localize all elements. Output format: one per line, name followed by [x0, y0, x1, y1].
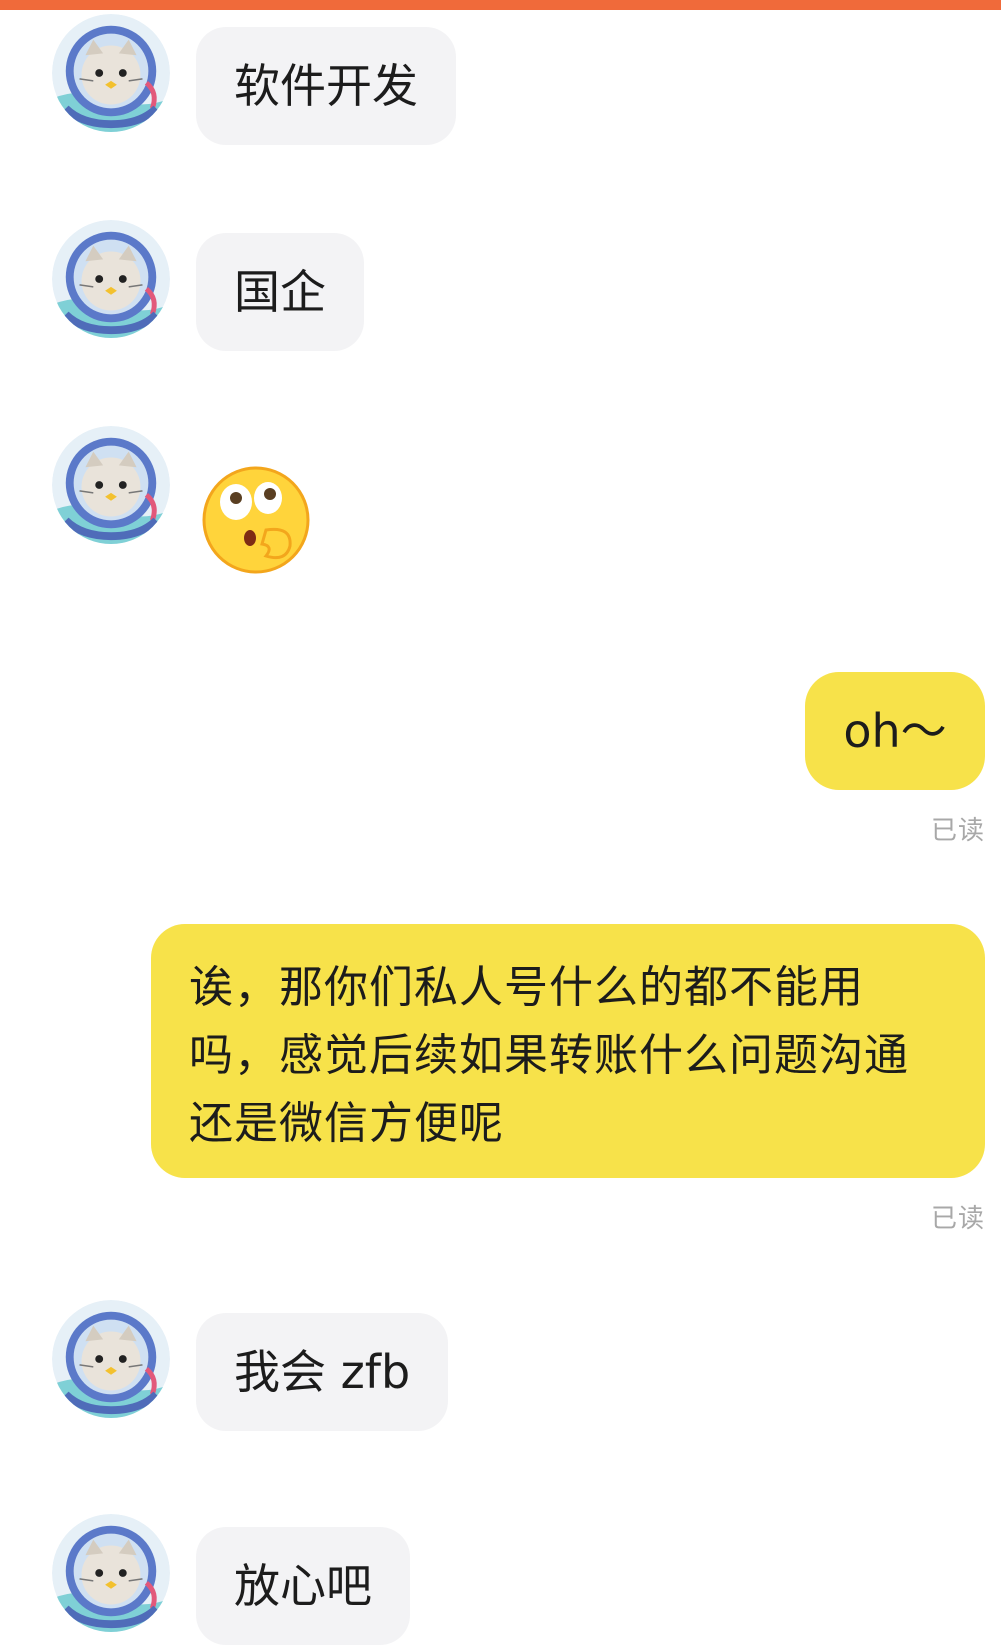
read-status: 已读	[930, 1204, 985, 1234]
message-text: oh～	[843, 704, 947, 758]
message-text: 诶，那你们私人号什么的都不能用吗，感觉后续如果转账什么问题沟通还是微信方便呢	[189, 962, 909, 1149]
surprised-thinking-emoji-icon[interactable]	[200, 464, 312, 576]
cat-astronaut-avatar-icon[interactable]	[52, 220, 170, 338]
incoming-message-bubble[interactable]: 放心吧	[196, 1527, 410, 1645]
message-text: 软件开发	[234, 59, 418, 113]
message-text: 我会 zfb	[234, 1345, 411, 1399]
outgoing-message-bubble[interactable]: 诶，那你们私人号什么的都不能用吗，感觉后续如果转账什么问题沟通还是微信方便呢	[151, 924, 985, 1178]
cat-astronaut-avatar-icon[interactable]	[52, 1514, 170, 1632]
cat-astronaut-avatar-icon[interactable]	[52, 14, 170, 132]
incoming-message-bubble[interactable]: 软件开发	[196, 27, 456, 145]
cat-astronaut-avatar-icon[interactable]	[52, 1300, 170, 1418]
message-text: 放心吧	[234, 1559, 372, 1613]
cat-astronaut-avatar-icon[interactable]	[52, 426, 170, 544]
read-status: 已读	[930, 816, 985, 846]
top-status-bar	[0, 0, 1001, 10]
incoming-message-bubble[interactable]: 国企	[196, 233, 364, 351]
message-text: 国企	[234, 265, 326, 319]
outgoing-message-bubble[interactable]: oh～	[805, 672, 985, 790]
incoming-message-bubble[interactable]: 我会 zfb	[196, 1313, 449, 1431]
